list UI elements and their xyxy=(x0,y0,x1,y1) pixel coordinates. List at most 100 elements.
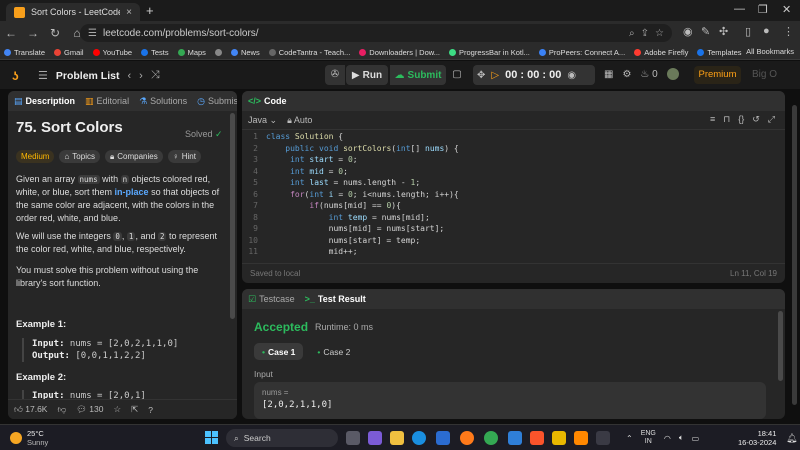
bookmark-item[interactable]: Downloaders | Dow... xyxy=(359,48,440,57)
timer-play-icon[interactable]: ▷ xyxy=(491,70,499,81)
submit-button[interactable]: ☁ Submit xyxy=(390,65,446,85)
format-icon[interactable]: ≡ xyxy=(710,114,715,125)
in-place-link[interactable]: in-place xyxy=(115,187,149,197)
volume-icon[interactable]: 🔈︎ xyxy=(679,433,684,443)
next-problem-icon[interactable]: › xyxy=(139,70,143,82)
bookmark-item[interactable]: News xyxy=(230,48,260,57)
bookmark-item[interactable]: Templates xyxy=(697,48,742,57)
bookmark-item[interactable]: ProPeers: Connect A... xyxy=(538,48,625,57)
code-line[interactable]: 3 int start = 0; xyxy=(242,154,782,166)
taskbar-search[interactable]: ⌕ Search xyxy=(226,429,338,447)
dislike-icon[interactable]: 👎︎ xyxy=(57,404,66,415)
sidepanel-icon[interactable]: ▯ xyxy=(745,25,751,38)
store-icon[interactable] xyxy=(436,431,450,445)
profile-avatar[interactable]: ● xyxy=(763,25,770,37)
code-line[interactable]: 7 if(nums[mid] == 0){ xyxy=(242,200,782,212)
bookmark-item[interactable]: Gmail xyxy=(54,48,84,57)
leetcode-logo-icon[interactable]: ʖ xyxy=(12,69,19,83)
page-scrollbar[interactable] xyxy=(792,105,797,405)
tab-editorial[interactable]: ▥ Editorial xyxy=(85,96,129,107)
vscode-icon[interactable] xyxy=(508,431,522,445)
back-icon[interactable]: ← xyxy=(0,26,22,40)
brave-icon[interactable] xyxy=(530,431,544,445)
run-button[interactable]: ▶ Run xyxy=(346,65,388,85)
reset-icon[interactable]: ↺ xyxy=(752,114,760,125)
code-line[interactable]: 11 mid++; xyxy=(242,246,782,258)
auto-toggle[interactable]: 🔒︎ Auto xyxy=(287,115,312,126)
language-indicator[interactable]: ENG IN xyxy=(641,430,656,446)
code-line[interactable]: 6 for(int i = 0; i<nums.length; i++){ xyxy=(242,189,782,201)
tab-submissions[interactable]: ◷Submissio xyxy=(197,96,237,107)
code-line[interactable]: 8 int temp = nums[mid]; xyxy=(242,212,782,224)
braces-icon[interactable]: {} xyxy=(738,114,744,125)
problem-list-link[interactable]: Problem List xyxy=(56,70,120,82)
pen-icon[interactable]: ✎ xyxy=(701,25,710,38)
drag-handle-icon[interactable]: ✥ xyxy=(477,70,485,81)
tab-description[interactable]: ▤ Description xyxy=(14,96,75,107)
bookmark-item[interactable]: ProgressBar in Kotl... xyxy=(449,48,530,57)
tab-testcase[interactable]: ☑ Testcase xyxy=(248,294,295,305)
hint-tag[interactable]: ♀ Hint xyxy=(167,150,201,163)
code-line[interactable]: 2 public void sortColors(int[] nums) { xyxy=(242,143,782,155)
case-2-tab[interactable]: • Case 2 xyxy=(309,343,358,360)
share-icon[interactable]: ⇱ xyxy=(131,404,138,415)
new-tab-button[interactable]: + xyxy=(146,3,154,18)
reload-icon[interactable]: ↻ xyxy=(44,26,66,40)
file-explorer-icon[interactable] xyxy=(390,431,404,445)
search-icon[interactable]: ⌕ xyxy=(629,28,635,39)
layout-icon[interactable]: ▦ xyxy=(604,69,613,80)
code-line[interactable]: 9 nums[mid] = nums[start]; xyxy=(242,223,782,235)
close-tab-icon[interactable]: × xyxy=(126,7,132,18)
all-bookmarks[interactable]: All Bookmarks xyxy=(746,47,794,56)
tab-code[interactable]: </> Code xyxy=(248,96,287,106)
share-icon[interactable]: ⇪ xyxy=(641,28,649,39)
site-info-icon[interactable]: ☰ xyxy=(88,28,97,39)
debug-button[interactable]: ✇ xyxy=(325,65,345,85)
code-editor[interactable]: 1 class Solution {2 public void sortColor… xyxy=(242,131,782,259)
prev-problem-icon[interactable]: ‹ xyxy=(127,70,131,82)
like-button[interactable]: 👍︎ 17.6K xyxy=(14,404,47,415)
fullscreen-icon[interactable]: ⤢ xyxy=(768,114,775,125)
battery-icon[interactable]: ▭ xyxy=(692,434,700,443)
help-icon[interactable]: ? xyxy=(148,405,153,415)
settings-gear-icon[interactable]: ⚙ xyxy=(622,69,631,80)
topics-tag[interactable]: ⌂ Topics xyxy=(59,150,100,163)
close-window-icon[interactable]: ✕ xyxy=(782,3,791,16)
bookmark-item[interactable] xyxy=(214,48,222,56)
tab-test-result[interactable]: >_ Test Result xyxy=(305,294,366,304)
companies-tag[interactable]: 🔒︎ Companies xyxy=(104,150,163,163)
windows-start-icon[interactable] xyxy=(205,431,218,444)
extension-icon[interactable]: ◉ xyxy=(683,25,693,38)
maximize-icon[interactable]: ❐ xyxy=(758,3,768,16)
bookmark-item[interactable]: Tests xyxy=(141,48,169,57)
app-icon-2[interactable] xyxy=(596,431,610,445)
code-line[interactable]: 12 start++; xyxy=(242,258,782,260)
test-scrollbar[interactable] xyxy=(778,311,783,381)
comments-button[interactable]: 💬︎ 130 xyxy=(76,404,103,415)
weather-widget[interactable]: 25°C Sunny xyxy=(10,429,48,447)
code-line[interactable]: 4 int mid = 0; xyxy=(242,166,782,178)
forward-icon[interactable]: → xyxy=(22,26,44,40)
app-icon[interactable] xyxy=(552,431,566,445)
user-avatar[interactable] xyxy=(666,68,679,80)
language-select[interactable]: Java ⌄ xyxy=(248,115,277,126)
code-line[interactable]: 10 nums[start] = temp; xyxy=(242,235,782,247)
puzzle-icon[interactable]: ✣ xyxy=(719,25,728,38)
bookmark-item[interactable]: Translate xyxy=(4,48,45,57)
description-scrollbar[interactable] xyxy=(230,113,235,319)
star-icon[interactable]: ☆ xyxy=(655,28,664,39)
chevron-up-icon[interactable]: ⌃ xyxy=(626,434,633,443)
edge-icon[interactable] xyxy=(412,431,426,445)
eye-icon[interactable]: ◉ xyxy=(567,70,576,81)
tab-solutions[interactable]: ⚗ Solutions xyxy=(139,96,187,107)
notes-icon[interactable]: ▢ xyxy=(448,65,466,85)
favorite-star-icon[interactable]: ☆ xyxy=(113,404,121,415)
vlc-icon[interactable] xyxy=(574,431,588,445)
menu-icon[interactable]: ⋮ xyxy=(783,25,794,38)
bookmark-item[interactable]: CodeTantra - Teach... xyxy=(268,48,350,57)
clock[interactable]: 18:41 16-03-2024 xyxy=(738,429,776,447)
premium-button[interactable]: Premium xyxy=(694,66,741,84)
browser-tab[interactable]: Sort Colors - LeetCode × xyxy=(6,3,140,21)
chrome-icon[interactable] xyxy=(484,431,498,445)
bookmark-item[interactable]: Adobe Firefly xyxy=(634,48,688,57)
